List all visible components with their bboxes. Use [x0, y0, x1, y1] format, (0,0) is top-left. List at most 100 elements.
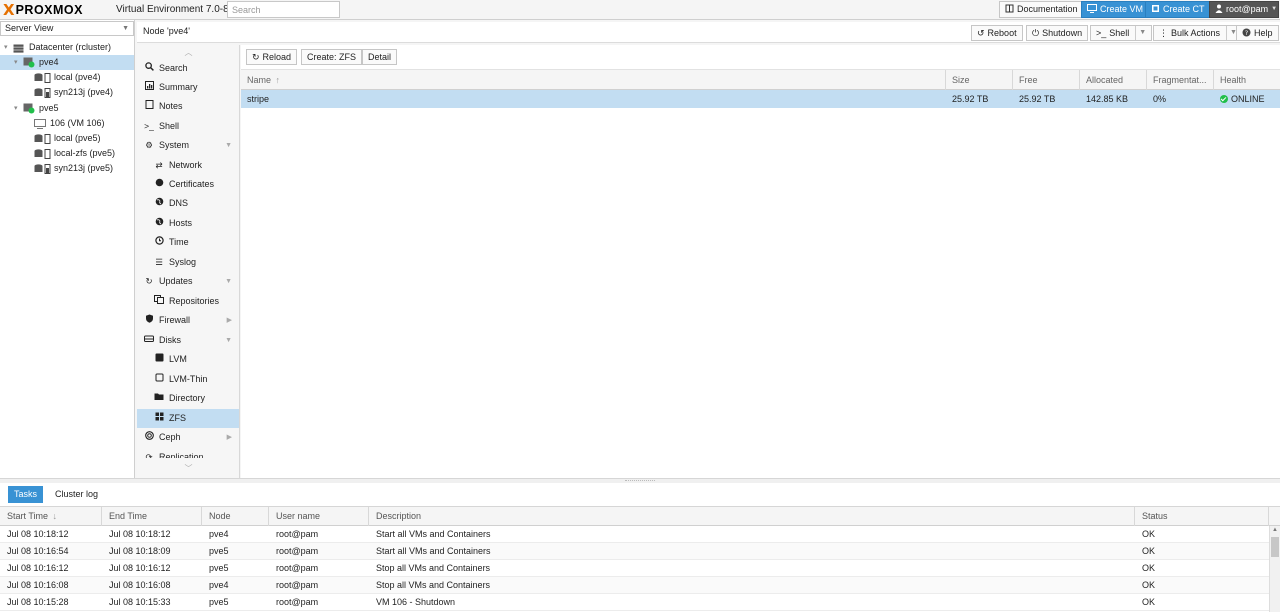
menu-item-lvm[interactable]: LVM	[137, 350, 239, 369]
reboot-button[interactable]: ↺ Reboot	[971, 25, 1023, 41]
tab-tasks[interactable]: Tasks	[8, 486, 44, 503]
documentation-button[interactable]: Documentation	[999, 1, 1084, 18]
reboot-icon: ↺	[977, 27, 985, 38]
network-icon: ⇄	[155, 160, 163, 170]
tree-item-storage-local-pve5[interactable]: local (pve5)	[0, 131, 134, 146]
table-row[interactable]: Jul 08 10:16:54 Jul 08 10:18:09 pve5 roo…	[0, 543, 1269, 560]
tab-cluster-log[interactable]: Cluster log	[49, 486, 104, 503]
collapse-icon[interactable]: ▾	[4, 40, 8, 55]
menu-item-time[interactable]: Time	[137, 233, 239, 252]
view-selector[interactable]: Server View ▼	[0, 21, 134, 36]
menu-item-lvm-thin[interactable]: LVM-Thin	[137, 370, 239, 389]
task-end-time: Jul 08 10:16:12	[109, 563, 171, 573]
column-header-user-name[interactable]: User name	[269, 507, 369, 526]
menu-item-replication[interactable]: ⟳ Replication	[137, 448, 239, 458]
task-user: root@pam	[276, 580, 319, 590]
chevron-right-icon[interactable]: ▶	[227, 428, 232, 447]
search-input[interactable]	[227, 1, 340, 18]
tree-item-storage-syn213j-pve4[interactable]: syn213j (pve4)	[0, 85, 134, 100]
shutdown-button[interactable]: ⏻ Shutdown	[1026, 25, 1089, 41]
menu-item-updates[interactable]: ↻ Updates ▼	[137, 272, 239, 291]
menu-item-search[interactable]: Search	[137, 59, 239, 78]
menu-item-repositories[interactable]: Repositories	[137, 292, 239, 311]
chevron-down-icon[interactable]: ▼	[225, 331, 232, 350]
menu-item-hosts[interactable]: Hosts	[137, 214, 239, 233]
tree-item-storage-syn213j-pve5[interactable]: syn213j (pve5)	[0, 161, 134, 176]
table-row[interactable]: Jul 08 10:18:12 Jul 08 10:18:12 pve4 roo…	[0, 526, 1269, 543]
proxmox-x-icon: X	[3, 1, 15, 19]
menu-item-shell[interactable]: >_ Shell	[137, 117, 239, 136]
scroll-up-icon[interactable]: ▲	[1270, 526, 1280, 535]
chevron-right-icon[interactable]: ▶	[227, 311, 232, 330]
scrollbar-thumb[interactable]	[1271, 537, 1279, 557]
page-title: Node 'pve4'	[143, 26, 190, 36]
tree-item-storage-local-pve4[interactable]: local (pve4)	[0, 70, 134, 85]
menu-item-ceph[interactable]: Ceph ▶	[137, 428, 239, 447]
create-vm-button[interactable]: Create VM	[1081, 1, 1150, 18]
create-ct-button[interactable]: Create CT	[1145, 1, 1211, 18]
column-header-size[interactable]: Size	[946, 70, 1013, 90]
tree-item-storage-local-zfs-pve5[interactable]: local-zfs (pve5)	[0, 146, 134, 161]
storage-icon	[34, 134, 52, 144]
column-header-free[interactable]: Free	[1013, 70, 1080, 90]
help-button[interactable]: ? Help	[1236, 25, 1279, 41]
column-header-start-time[interactable]: Start Time ↓	[0, 507, 102, 526]
column-header-allocated[interactable]: Allocated	[1080, 70, 1147, 90]
table-row[interactable]: stripe 25.92 TB 25.92 TB 142.85 KB 0% ON…	[241, 90, 1280, 108]
collapse-icon[interactable]: ▾	[14, 55, 18, 70]
menu-item-directory[interactable]: Directory	[137, 389, 239, 408]
menu-item-summary[interactable]: Summary	[137, 78, 239, 97]
column-header-name[interactable]: Name ↑	[241, 70, 946, 90]
column-header-health[interactable]: Health	[1214, 70, 1280, 90]
chevron-down-icon[interactable]: ▼	[225, 272, 232, 291]
proxmox-logo[interactable]: X PROXMOX	[3, 2, 83, 18]
table-row[interactable]: Jul 08 10:16:12 Jul 08 10:16:12 pve5 roo…	[0, 560, 1269, 577]
tree-item-pve5[interactable]: ▾ pve5	[0, 101, 134, 116]
task-list-scrollbar[interactable]: ▲	[1269, 526, 1280, 612]
tree-item-datacenter[interactable]: ▾ Datacenter (rcluster)	[0, 40, 134, 55]
create-zfs-button[interactable]: Create: ZFS	[301, 49, 363, 65]
replication-icon: ⟳	[145, 452, 153, 458]
bulk-actions-button[interactable]: ⋮ Bulk Actions ▼	[1153, 25, 1243, 41]
column-header-description[interactable]: Description	[369, 507, 1135, 526]
storage-icon	[34, 88, 52, 98]
task-node: pve4	[209, 580, 229, 590]
menu-item-system[interactable]: ⚙ System ▼	[137, 136, 239, 155]
menu-item-syslog[interactable]: ☰ Syslog	[137, 253, 239, 272]
menu-item-zfs[interactable]: ZFS	[137, 409, 239, 428]
shell-button[interactable]: >_ Shell ▼	[1090, 25, 1153, 41]
user-menu-button[interactable]: root@pam ▼	[1209, 1, 1279, 18]
scroll-down-icon[interactable]: ﹀	[137, 463, 239, 476]
task-user: root@pam	[276, 597, 319, 607]
splitter-grip-icon[interactable]	[625, 480, 655, 482]
task-start-time: Jul 08 10:16:12	[7, 563, 69, 573]
column-header-fragmentation[interactable]: Fragmentat...	[1147, 70, 1214, 90]
create-zfs-label: Create: ZFS	[307, 52, 357, 62]
collapse-icon[interactable]: ▾	[14, 101, 18, 116]
column-header-status[interactable]: Status	[1135, 507, 1269, 526]
task-description: Stop all VMs and Containers	[376, 563, 491, 573]
menu-item-label: System	[159, 140, 190, 150]
search-icon	[144, 59, 154, 78]
column-header-end-time[interactable]: End Time	[102, 507, 202, 526]
tree-item-pve4[interactable]: ▾ pve4	[0, 55, 134, 70]
cube-icon	[1151, 4, 1160, 15]
tree-item-vm-106[interactable]: 106 (VM 106)	[0, 116, 134, 131]
chevron-down-icon[interactable]: ▼	[1135, 26, 1146, 40]
menu-item-label: ZFS	[169, 413, 186, 423]
menu-item-firewall[interactable]: Firewall ▶	[137, 311, 239, 330]
detail-label: Detail	[368, 52, 392, 62]
menu-item-dns[interactable]: DNS	[137, 194, 239, 213]
table-row[interactable]: Jul 08 10:16:08 Jul 08 10:16:08 pve4 roo…	[0, 577, 1269, 594]
table-row[interactable]: Jul 08 10:15:28 Jul 08 10:15:33 pve5 roo…	[0, 594, 1269, 611]
column-header-node[interactable]: Node	[202, 507, 269, 526]
menu-item-certificates[interactable]: Certificates	[137, 175, 239, 194]
menu-item-network[interactable]: ⇄ Network	[137, 156, 239, 175]
reload-button[interactable]: ↻ Reload	[246, 49, 298, 65]
version-label: Virtual Environment 7.0-8	[116, 4, 229, 15]
menu-item-notes[interactable]: Notes	[137, 97, 239, 116]
top-bar: X PROXMOX Virtual Environment 7.0-8 Docu…	[0, 0, 1280, 20]
detail-button[interactable]: Detail	[362, 49, 398, 65]
chevron-down-icon[interactable]: ▼	[225, 136, 232, 155]
menu-item-disks[interactable]: Disks ▼	[137, 331, 239, 350]
